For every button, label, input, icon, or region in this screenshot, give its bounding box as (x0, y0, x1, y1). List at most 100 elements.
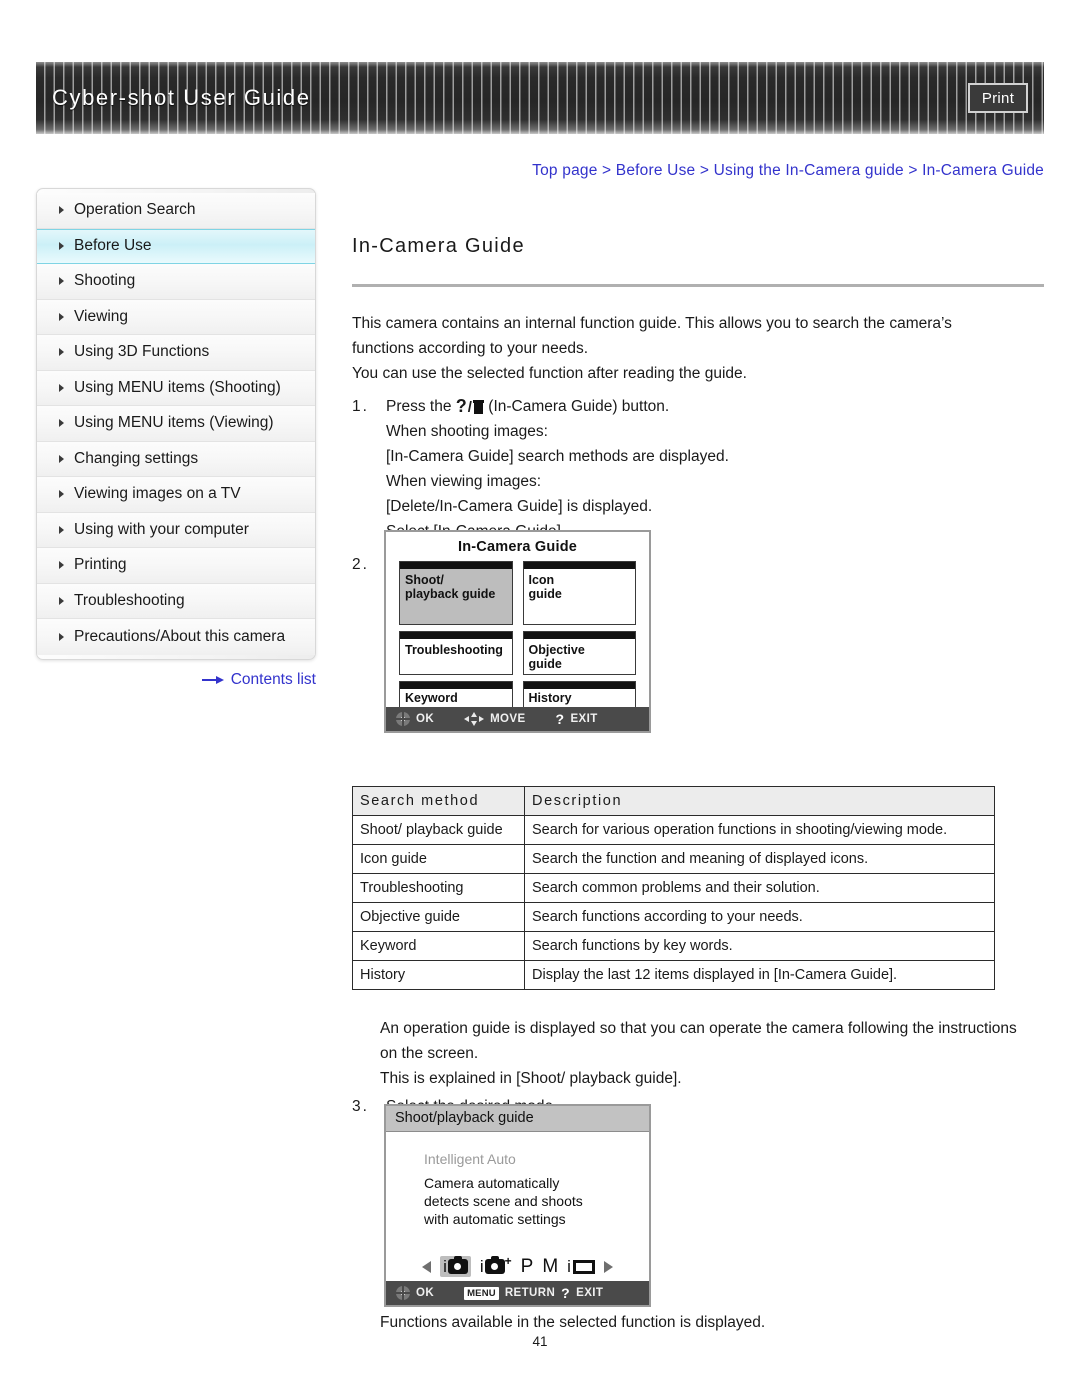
triangle-bullet-icon (59, 277, 64, 286)
mode-letter: M (542, 1256, 559, 1277)
triangle-bullet-icon (59, 525, 64, 534)
tile-title-bar (523, 562, 635, 569)
cell-search-method: Objective guide (352, 902, 525, 932)
sidebar-item-viewing-images-on-a-tv[interactable]: Viewing images on a TV (37, 477, 315, 513)
intro-line-1: This camera contains an internal functio… (352, 314, 952, 332)
sidebar-item-using-menu-items-shooting[interactable]: Using MENU items (Shooting) (37, 370, 315, 406)
cell-search-method: Icon guide (352, 844, 525, 874)
sidebar-item-label: Troubleshooting (74, 591, 185, 609)
sidebar-item-changing-settings[interactable]: Changing settings (37, 441, 315, 477)
sidebar-item-using-menu-items-viewing[interactable]: Using MENU items (Viewing) (37, 406, 315, 442)
step-1-line-4: [Delete/In-Camera Guide] is displayed. (386, 497, 653, 515)
contents-list-link[interactable]: Contents list (36, 671, 316, 689)
sidebar-item-troubleshooting[interactable]: Troubleshooting (37, 583, 315, 619)
table-head: Search method Description (352, 786, 995, 816)
tile-troubleshooting[interactable]: Troubleshooting (399, 631, 513, 675)
sidebar-item-label: Shooting (74, 272, 136, 290)
table-row: History Display the last 12 items displa… (352, 960, 995, 990)
arrow-right-icon (201, 675, 224, 685)
step-1-number: 1. (352, 397, 369, 415)
page-title: In-Camera Guide (352, 235, 525, 258)
cell-search-method: Keyword (352, 931, 525, 961)
sidebar-item-shooting[interactable]: Shooting (37, 264, 315, 300)
cell-description: Search common problems and their solutio… (524, 873, 995, 903)
breadcrumb[interactable]: Top page > Before Use > Using the In-Cam… (0, 162, 1044, 180)
arrow-left-icon[interactable] (422, 1260, 432, 1273)
return-label: RETURN (504, 1287, 556, 1299)
step-1: 1. Press the ? / (In-Camera Guide) button… (352, 394, 1044, 544)
sidebar-item-operation-search[interactable]: Operation Search (37, 193, 315, 229)
arrow-right-icon[interactable] (603, 1260, 613, 1273)
tile-shoot-playback-guide[interactable]: Shoot/ playback guide (399, 561, 513, 625)
camera-screen-2-description: Camera automatically detects scene and s… (424, 1175, 583, 1227)
control-pad-icon (396, 1286, 410, 1300)
four-way-arrows-icon (464, 712, 485, 726)
tile-label: Shoot/ playback guide (405, 573, 496, 601)
cell-description: Search functions according to your needs… (524, 902, 995, 932)
cell-description: Display the last 12 items displayed in [… (524, 960, 995, 990)
tile-title-bar (523, 682, 635, 689)
mode-letter: i (443, 1257, 447, 1276)
panorama-frame-icon (572, 1259, 595, 1274)
exit-label: EXIT (576, 1287, 604, 1299)
tile-icon-guide[interactable]: Icon guide (522, 561, 636, 625)
print-button[interactable]: Print (968, 83, 1028, 113)
tile-title-bar (400, 632, 512, 639)
header-banner: Cyber-shot User Guide Print (36, 62, 1044, 134)
tile-history[interactable]: History (522, 681, 636, 708)
triangle-bullet-icon (59, 348, 64, 357)
plus-superscript-icon: + (504, 1253, 512, 1268)
step-3-number: 3. (352, 1098, 369, 1115)
title-divider (352, 283, 1044, 287)
triangle-bullet-icon (59, 383, 64, 392)
camera-body-icon (484, 1256, 505, 1274)
sidebar-item-label: Changing settings (74, 449, 199, 467)
sidebar-item-label: Before Use (74, 237, 152, 255)
column-header-search-method: Search method (352, 786, 525, 816)
triangle-bullet-icon (59, 242, 64, 251)
sidebar-item-printing[interactable]: Printing (37, 548, 315, 584)
ok-label: OK (416, 1287, 435, 1299)
camera-screen-1-title: In-Camera Guide (457, 539, 578, 555)
superior-auto-icon[interactable]: i + (480, 1253, 512, 1276)
tile-label: Objective guide (528, 643, 585, 671)
cell-description: Search functions by key words. (524, 931, 995, 961)
move-label: MOVE (490, 713, 526, 725)
step-2-number: 2. (352, 555, 369, 573)
cell-search-method: Troubleshooting (352, 873, 525, 903)
sidebar-item-using-with-your-computer[interactable]: Using with your computer (37, 512, 315, 548)
footer-note: Functions available in the selected func… (380, 1314, 766, 1331)
sidebar-item-using-3d-functions[interactable]: Using 3D Functions (37, 335, 315, 371)
table-row: Objective guide Search functions accordi… (352, 902, 995, 932)
intro-line-3: You can use the selected function after … (352, 364, 747, 382)
menu-chip-icon: MENU (464, 1286, 499, 1300)
sidebar-item-label: Viewing (74, 307, 129, 325)
sweep-panorama-icon[interactable]: i (567, 1258, 595, 1275)
after-table-line-1: An operation guide is displayed so that … (380, 1020, 1017, 1037)
manual-exposure-icon[interactable]: M (542, 1257, 558, 1276)
tile-keyword[interactable]: Keyword (399, 681, 513, 708)
tile-label: Icon guide (528, 573, 562, 601)
triangle-bullet-icon (59, 419, 64, 428)
column-header-description: Description (524, 786, 995, 816)
after-table-line-2: on the screen. (380, 1045, 479, 1062)
app-title: Cyber-shot User Guide (52, 85, 311, 110)
step-1-line-3: When viewing images: (386, 472, 542, 490)
tile-label: Keyword (405, 691, 458, 705)
sidebar-item-precautions-about-this-camera[interactable]: Precautions/About this camera (37, 619, 315, 655)
intelligent-auto-icon[interactable]: i (440, 1256, 471, 1277)
tile-objective-guide[interactable]: Objective guide (522, 631, 636, 675)
sidebar-item-label: Operation Search (74, 201, 196, 219)
mode-letter: P (520, 1256, 534, 1277)
tile-title-bar (523, 632, 635, 639)
program-auto-icon[interactable]: P (521, 1257, 534, 1276)
sidebar-item-before-use[interactable]: Before Use (37, 228, 315, 264)
ok-label: OK (416, 713, 435, 725)
triangle-bullet-icon (59, 561, 64, 570)
camera-screen-shoot-playback-guide: Shoot/playback guide Intelligent Auto Ca… (384, 1104, 651, 1307)
sidebar-item-viewing[interactable]: Viewing (37, 299, 315, 335)
intro-line-2: functions according to your needs. (352, 339, 589, 357)
sidebar-item-label: Using 3D Functions (74, 343, 210, 361)
sidebar-nav: Operation Search Before Use Shooting Vie… (36, 188, 316, 660)
mode-letter: i (567, 1257, 571, 1276)
